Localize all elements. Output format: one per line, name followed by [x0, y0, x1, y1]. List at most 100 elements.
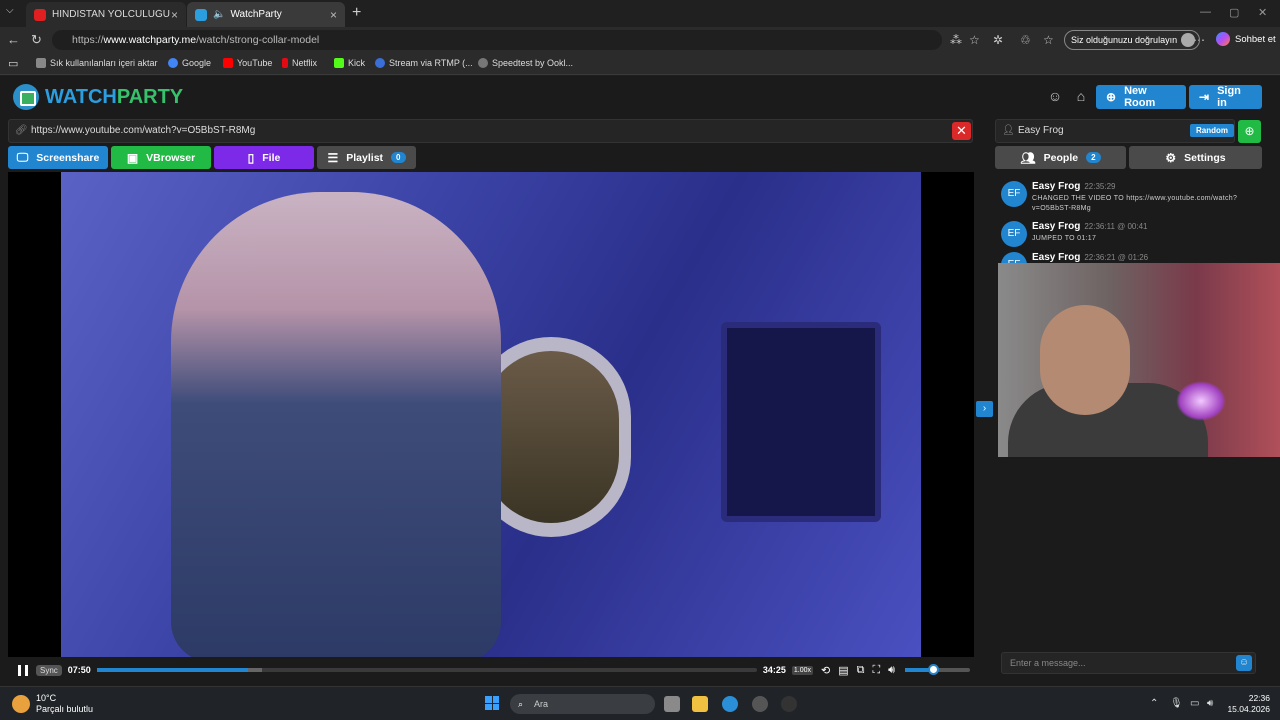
player-controls: Sync 07:50 34:25 1.00x ⟲ ▤ ⧉ ⛶ 🔊︎	[8, 662, 974, 678]
tab-title: WatchParty	[230, 9, 282, 20]
passenger-with-headphones-image	[171, 192, 501, 657]
sign-in-button[interactable]: ⇥ Sign in	[1189, 85, 1262, 109]
bookmark-youtube[interactable]: YouTube	[223, 58, 272, 68]
new-room-button[interactable]: ⊕ New Room	[1096, 85, 1186, 109]
video-url-input[interactable]: 🔗︎ https://www.youtube.com/watch?v=O5BbS…	[8, 119, 973, 143]
new-tab-icon[interactable]: +	[352, 4, 361, 22]
logo-text-watch: WATCH	[45, 85, 117, 108]
back-icon[interactable]: ←	[7, 32, 20, 47]
copilot-chat-button[interactable]: Sohbet et	[1216, 32, 1276, 46]
windows-start-icon[interactable]	[485, 696, 499, 710]
windows-taskbar: 10°C Parçalı bulutlu ⌕ Ara ⌃ 🎙︎ ▭ 🔊︎ 22:3…	[0, 686, 1280, 720]
video-player[interactable]	[8, 172, 974, 657]
chevron-right-icon: ›	[982, 403, 987, 414]
file-label: File	[262, 151, 281, 164]
speedtest-icon	[478, 58, 488, 68]
performance-icon[interactable]: ♲	[1020, 33, 1031, 47]
window-close-icon[interactable]: ✕	[1258, 6, 1267, 19]
bookmarks-bar: ▭ Sık kullanılanları içeri aktar Google …	[0, 53, 1280, 75]
bookmark-label: Speedtest by Ookl...	[492, 58, 574, 68]
clear-url-button[interactable]: ✕	[952, 122, 971, 140]
bookmark-rtmp[interactable]: Stream via RTMP (...	[375, 58, 473, 68]
tab-actions-icon[interactable]: ⌵	[6, 5, 14, 16]
bookmark-label: Kick	[348, 58, 366, 68]
sync-button[interactable]: Sync	[36, 664, 62, 676]
reload-icon[interactable]: ↻	[31, 32, 42, 48]
close-icon[interactable]: ×	[171, 8, 178, 22]
playback-speed-button[interactable]: 1.00x	[791, 665, 813, 675]
bookmark-netflix[interactable]: Netflix	[282, 58, 317, 68]
file-button[interactable]: ▯ File	[214, 146, 314, 169]
chat-message: EF Easy Frog 22:36:11 @ 00:41 JUMPED TO 0…	[1001, 221, 1251, 251]
video-frame-airplane-cabin[interactable]	[61, 172, 921, 657]
settings-tab[interactable]: ⚙ Settings	[1129, 146, 1262, 169]
subtitles-icon[interactable]: ▤	[838, 664, 848, 677]
weather-widget[interactable]: 10°C Parçalı bulutlu	[12, 693, 93, 715]
watchparty-logo[interactable]: WATCH PARTY	[13, 84, 183, 110]
pause-icon[interactable]	[18, 664, 28, 676]
people-count-badge: 2	[1086, 152, 1101, 163]
favorites-icon[interactable]: ☆	[1043, 33, 1054, 47]
file-explorer-icon[interactable]	[692, 696, 708, 712]
speaker-icon[interactable]: 🔈	[213, 9, 225, 20]
edge-browser-icon[interactable]	[722, 696, 738, 712]
bookmark-google[interactable]: Google	[168, 58, 211, 68]
settings-label: Settings	[1184, 151, 1226, 164]
screenshare-button[interactable]: 🖵 Screenshare	[8, 146, 108, 169]
app-icon[interactable]	[752, 696, 768, 712]
add-user-button[interactable]: ⊕	[1238, 120, 1261, 143]
chat-message-input[interactable]: Enter a message...	[1001, 652, 1256, 674]
random-name-button[interactable]: Random	[1190, 124, 1234, 137]
search-placeholder: Ara	[534, 699, 549, 709]
volume-icon[interactable]: 🔊︎	[888, 664, 895, 677]
playlist-button[interactable]: ☰ Playlist 0	[317, 146, 416, 169]
monitor-icon: 🖵	[16, 150, 29, 164]
github-icon[interactable]: ⌂	[1071, 88, 1091, 108]
webcam-overlay-video[interactable]	[998, 263, 1280, 457]
network-icon[interactable]: ▭	[1190, 698, 1199, 709]
video-url-value: https://www.youtube.com/watch?v=O5BbST-R…	[31, 125, 256, 136]
volume-slider[interactable]	[905, 664, 971, 675]
google-icon	[168, 58, 178, 68]
close-icon[interactable]: ×	[330, 8, 337, 22]
message-text: JUMPED TO 01:17	[1032, 235, 1097, 242]
progress-bar[interactable]	[96, 668, 757, 672]
picture-in-picture-icon[interactable]: ⧉	[857, 664, 865, 677]
verify-identity-button[interactable]: Siz olduğunuzu doğrulayın	[1064, 30, 1201, 50]
url-input[interactable]: https://www.watchparty.me/watch/strong-c…	[52, 30, 942, 50]
chat-label: Sohbet et	[1235, 33, 1276, 45]
collapse-panel-button[interactable]: ›	[976, 401, 993, 417]
maximize-icon[interactable]: ▢	[1229, 6, 1239, 19]
emoji-picker-icon[interactable]: ☺	[1236, 655, 1252, 671]
people-tab[interactable]: 👥︎ People 2	[995, 146, 1126, 169]
minimize-icon[interactable]: —	[1200, 6, 1211, 18]
discord-icon[interactable]: ☺	[1045, 88, 1065, 108]
fullscreen-icon[interactable]: ⛶	[872, 664, 880, 677]
message-time: 22:35:29	[1084, 182, 1116, 191]
watchparty-favicon-icon	[195, 8, 207, 21]
tray-expand-icon[interactable]: ⌃	[1150, 698, 1158, 709]
vbrowser-button[interactable]: ▣ VBrowser	[111, 146, 211, 169]
speaker-tray-icon[interactable]: 🔊︎	[1207, 698, 1213, 709]
seatback-screen-image	[721, 322, 881, 522]
microphone-icon[interactable]: 🎙︎	[1170, 698, 1183, 709]
task-view-icon[interactable]	[664, 696, 680, 712]
extensions-icon[interactable]: ✲	[993, 33, 1003, 47]
taskbar-search[interactable]: ⌕ Ara	[510, 694, 655, 714]
file-icon: ▯	[247, 150, 255, 165]
app-icon-2[interactable]	[781, 696, 797, 712]
bookmark-import[interactable]: Sık kullanılanları içeri aktar	[36, 58, 158, 68]
system-clock[interactable]: 22:36 15.04.2026	[1224, 693, 1270, 715]
youtube-favicon-icon	[34, 8, 46, 21]
bookmark-label: Stream via RTMP (...	[389, 58, 473, 68]
tab-watchparty[interactable]: 🔈 WatchParty ×	[187, 2, 345, 27]
weather-icon	[12, 695, 30, 713]
bookmark-kick[interactable]: Kick	[334, 58, 365, 68]
translate-icon[interactable]: ⁂	[950, 33, 962, 47]
volume-knob[interactable]	[928, 664, 940, 675]
favorite-star-icon[interactable]: ☆	[969, 33, 980, 47]
bookmark-speedtest[interactable]: Speedtest by Ookl...	[478, 58, 573, 68]
loop-icon[interactable]: ⟲	[821, 664, 830, 677]
sidebar-toggle-icon[interactable]: ▭	[8, 57, 18, 70]
tab-youtube[interactable]: HİNDİSTAN YOLCULUĞU VE HİNDİ ×	[26, 2, 186, 27]
